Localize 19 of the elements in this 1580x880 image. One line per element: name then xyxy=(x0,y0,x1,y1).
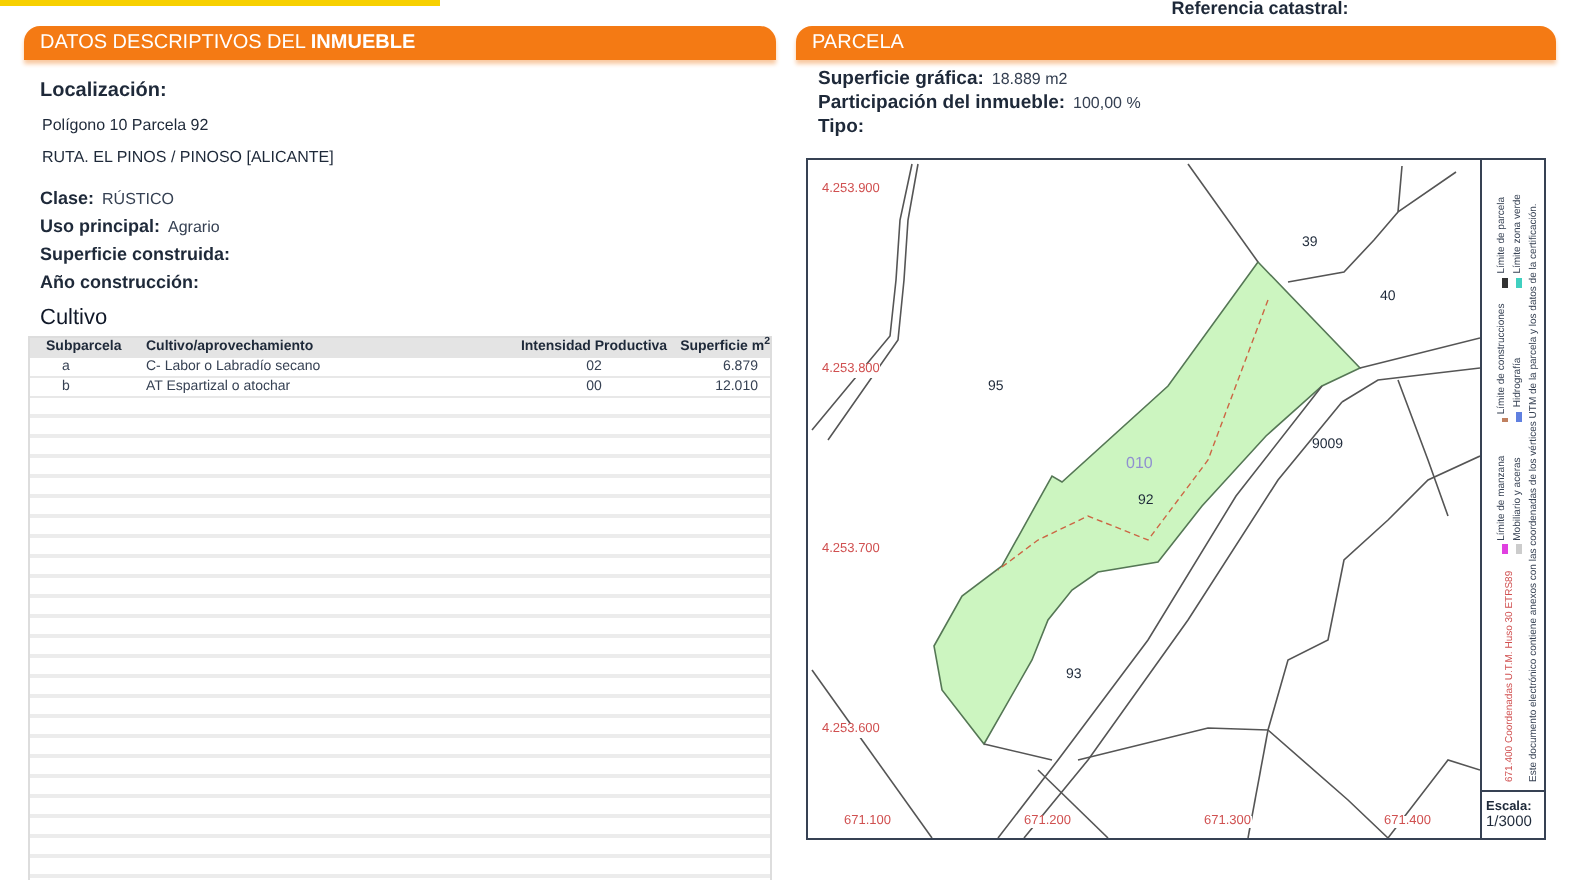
field-value: 18.889 m2 xyxy=(991,68,1068,92)
field-label: Participación del inmueble: xyxy=(818,90,1066,118)
field-label: Superficie gráfica: xyxy=(818,66,984,94)
field-value: Agrario xyxy=(168,216,220,240)
cultivo-title: Cultivo xyxy=(40,304,110,334)
field-label: Uso principal: xyxy=(40,214,161,240)
field-label: Superficie construida: xyxy=(40,242,231,268)
field-label: Clase: xyxy=(40,186,95,212)
field-value: 100,00 % xyxy=(1073,92,1141,116)
field-value: RÚSTICO xyxy=(102,188,175,212)
zone-code: 010 xyxy=(1126,456,1153,472)
section-header: DATOS DESCRIPTIVOS DEL INMUEBLE xyxy=(24,26,776,60)
section-header: PARCELA xyxy=(796,26,1556,60)
field-label: Tipo: xyxy=(818,114,865,142)
reference-label: Referencia catastral: xyxy=(1171,0,1349,18)
field-label: Localización: xyxy=(40,78,169,106)
address-line: Polígono 10 Parcela 92 xyxy=(42,114,211,138)
field-label: Año construcción: xyxy=(40,270,200,296)
address-line: RUTA. EL PINOS / PINOSO [ALICANTE] xyxy=(42,146,336,170)
